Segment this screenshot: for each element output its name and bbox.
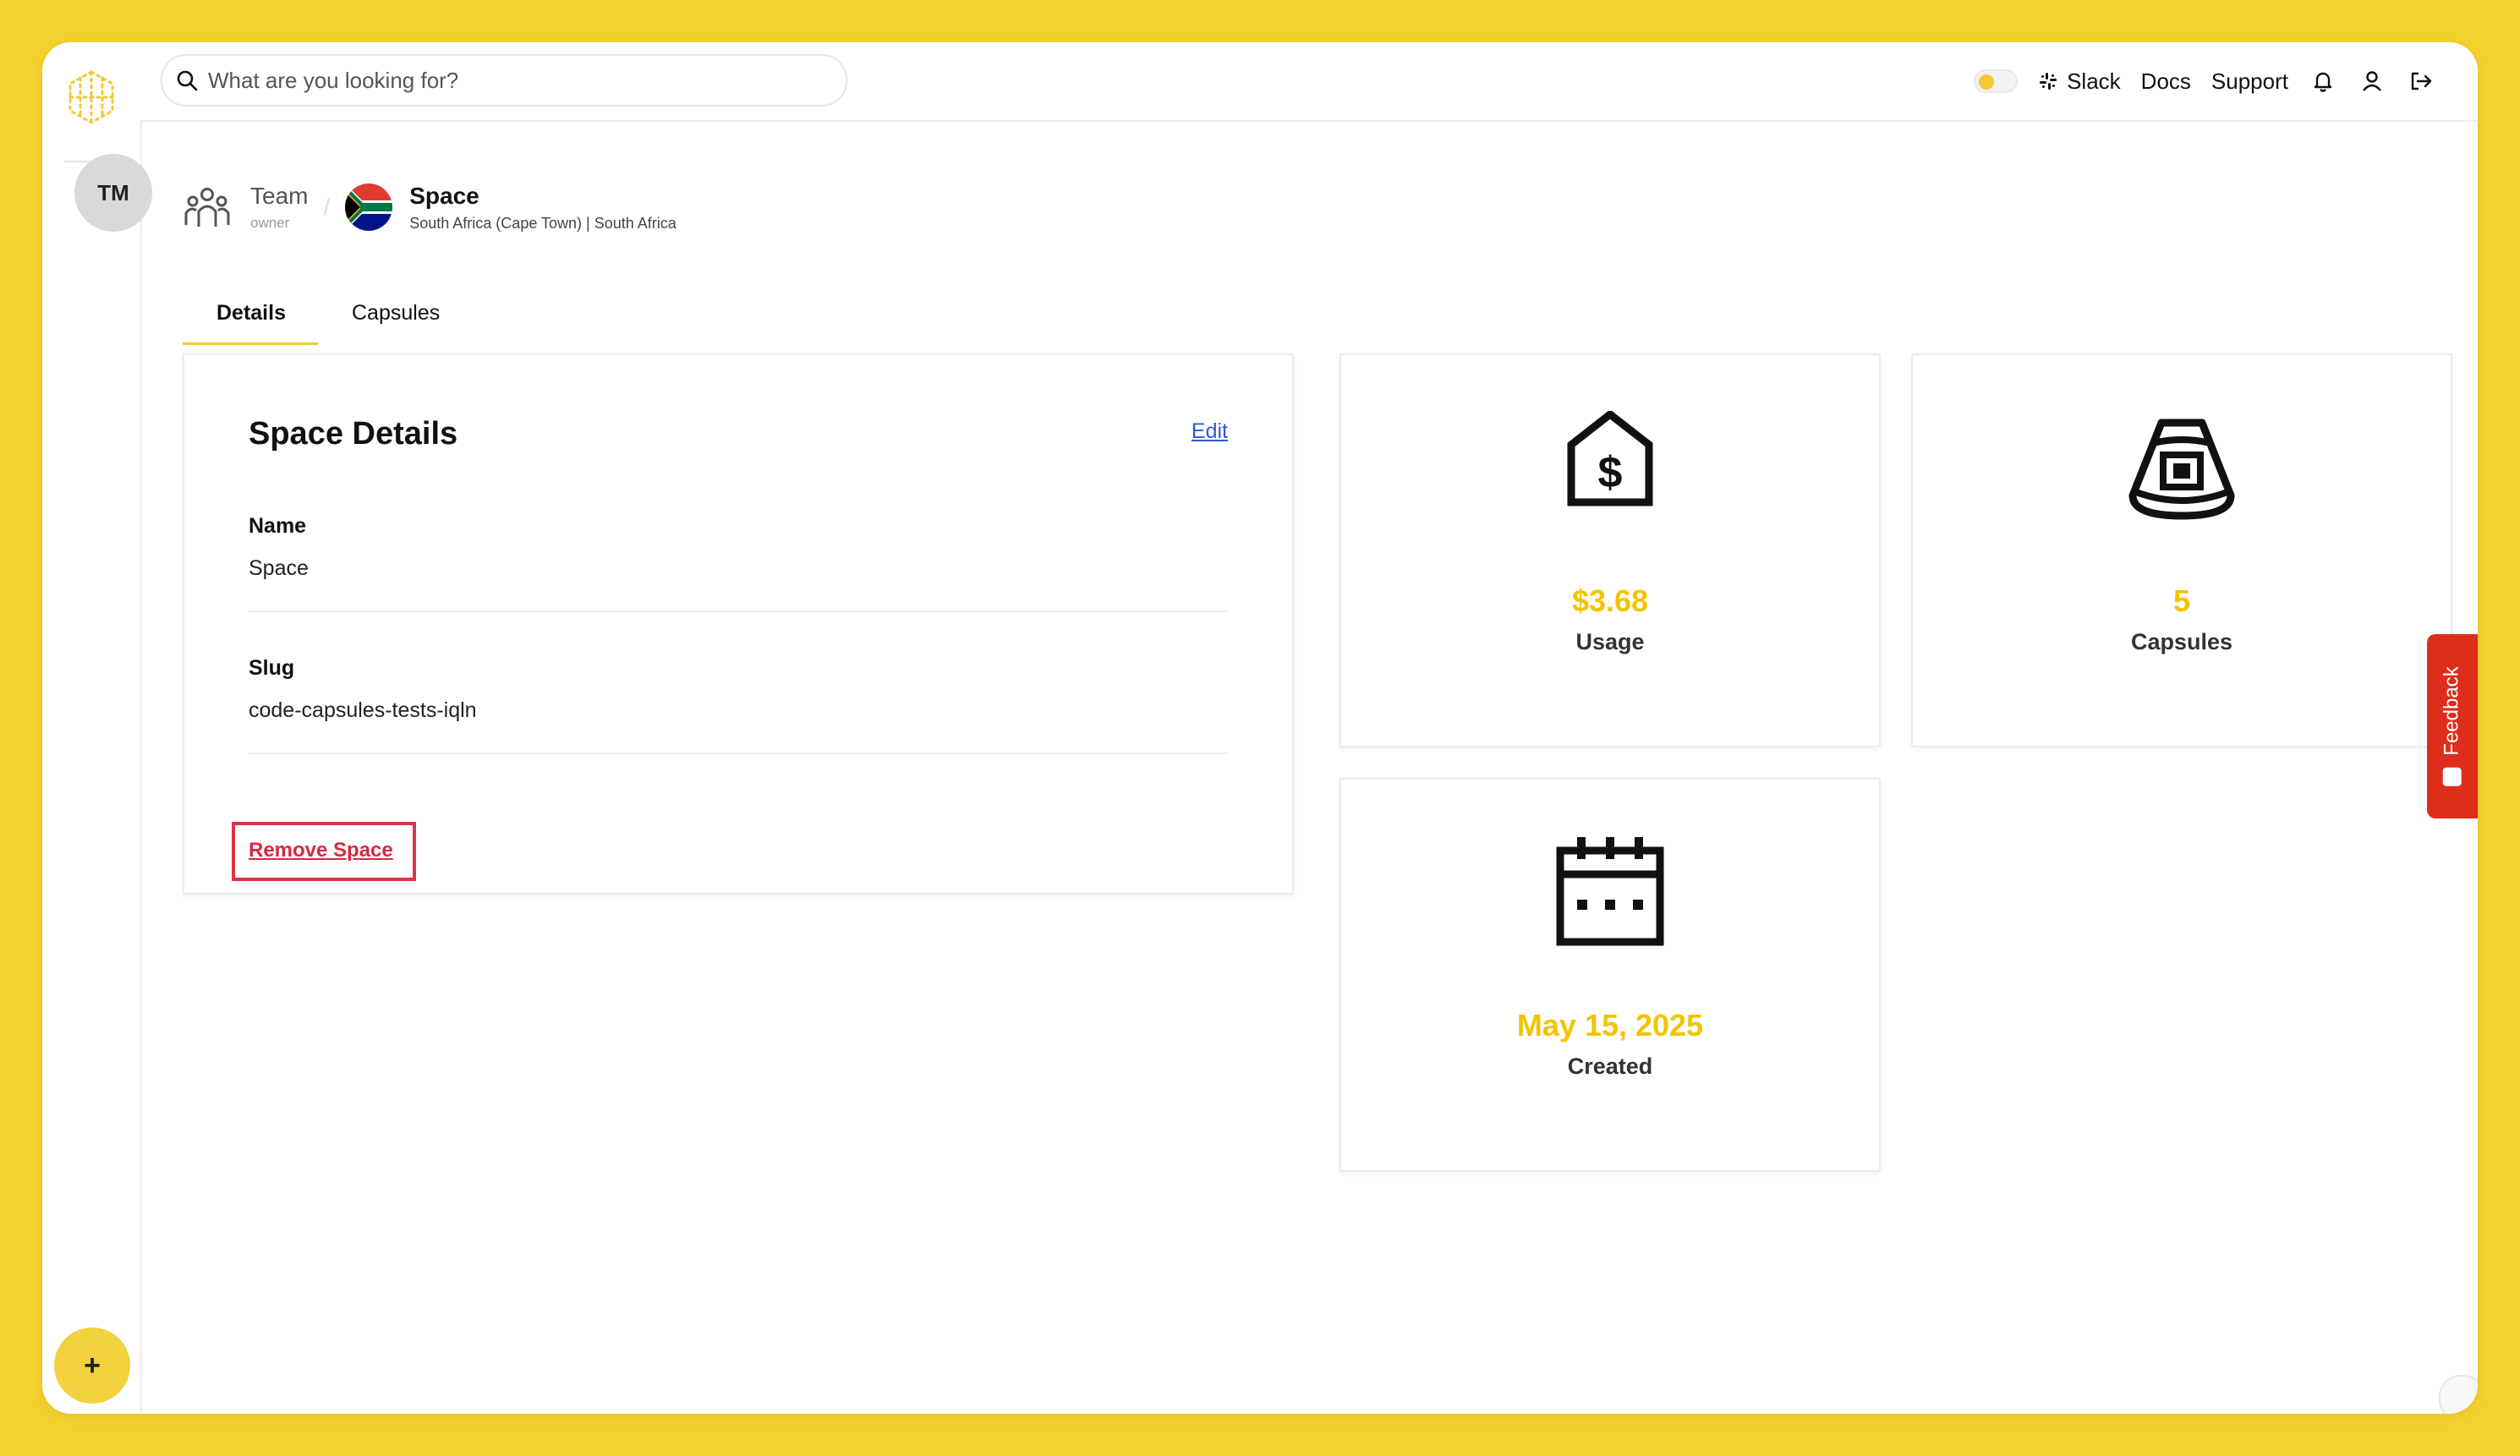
tab-bar: Details Capsules (183, 287, 472, 345)
slack-icon (2040, 73, 2057, 90)
tab-capsules[interactable]: Capsules (318, 287, 472, 345)
bell-icon (2314, 72, 2332, 92)
search-icon (177, 70, 198, 91)
plus-icon: + (84, 1349, 101, 1382)
capsules-count: 5 (2172, 583, 2191, 618)
usage-value: $3.68 (1571, 583, 1649, 618)
price-tag-icon: $ (1567, 411, 1653, 506)
support-link[interactable]: Support (2211, 68, 2288, 95)
logout-icon (2411, 72, 2432, 90)
calendar-icon (1556, 837, 1664, 946)
tab-details[interactable]: Details (183, 287, 318, 345)
created-date: May 15, 2025 (1516, 1008, 1704, 1043)
sidebar: TM + (42, 42, 152, 1414)
slack-link[interactable]: Slack (2038, 68, 2121, 95)
created-label: Created (1567, 1054, 1653, 1079)
docs-link[interactable]: Docs (2141, 68, 2191, 95)
capsules-label: Capsules (2130, 629, 2233, 654)
capsules-card: 5 Capsules (1911, 353, 2452, 747)
feedback-icon (2443, 767, 2462, 786)
created-card: May 15, 2025 Created (1339, 778, 1881, 1172)
name-label: Name (249, 514, 307, 538)
details-title: Space Details (249, 416, 458, 452)
team-avatar[interactable]: TM (74, 154, 152, 232)
add-button[interactable]: + (54, 1327, 130, 1404)
remove-space-link[interactable]: Remove Space (249, 839, 393, 862)
search-input[interactable] (206, 66, 802, 95)
team-icon (184, 188, 230, 227)
slug-label: Slug (249, 656, 295, 680)
breadcrumb-team[interactable]: Team owner (183, 183, 308, 232)
team-role: owner (250, 215, 290, 231)
user-icon (2363, 71, 2381, 91)
docs-label: Docs (2140, 68, 2191, 94)
svg-text:$: $ (1598, 448, 1623, 497)
logo-icon (68, 70, 114, 124)
feedback-label: Feedback (2441, 666, 2463, 756)
team-initials: TM (97, 179, 129, 205)
support-label: Support (2210, 68, 2288, 94)
team-name: Team (250, 183, 309, 209)
usage-card: $ $3.68 Usage (1339, 353, 1881, 747)
search-box[interactable] (161, 54, 847, 107)
divider (249, 753, 1228, 754)
breadcrumb-separator: / (323, 194, 331, 220)
edit-link[interactable]: Edit (1192, 419, 1228, 444)
toggle-knob (1979, 74, 1995, 90)
logout-button[interactable] (2407, 67, 2435, 96)
breadcrumb: Team owner / Space South Africa (Cape To… (183, 161, 677, 254)
top-bar: Slack Docs Support (140, 42, 2478, 122)
divider (249, 610, 1228, 612)
slug-value: code-capsules-tests-iqln (249, 698, 477, 722)
app-window: TM + What are you looking for? Slack Doc… (42, 42, 2478, 1414)
usage-label: Usage (1575, 629, 1645, 654)
top-nav: Slack Docs Support (1974, 42, 2435, 120)
space-details-card: Space Details Edit Name Space Slug code-… (183, 353, 1294, 895)
notifications-button[interactable] (2309, 67, 2337, 96)
name-value: Space (249, 556, 309, 580)
space-name: Space (409, 182, 479, 209)
south-africa-flag-icon (345, 183, 393, 231)
capsule-icon (2128, 419, 2235, 520)
space-region: South Africa (Cape Town) | South Africa (409, 214, 677, 232)
app-logo[interactable] (63, 47, 120, 149)
feedback-tab[interactable]: Feedback (2427, 634, 2478, 818)
theme-toggle[interactable] (1974, 69, 2019, 93)
slack-label: Slack (2067, 68, 2121, 94)
chat-bubble[interactable] (2439, 1375, 2478, 1414)
profile-button[interactable] (2358, 67, 2386, 96)
